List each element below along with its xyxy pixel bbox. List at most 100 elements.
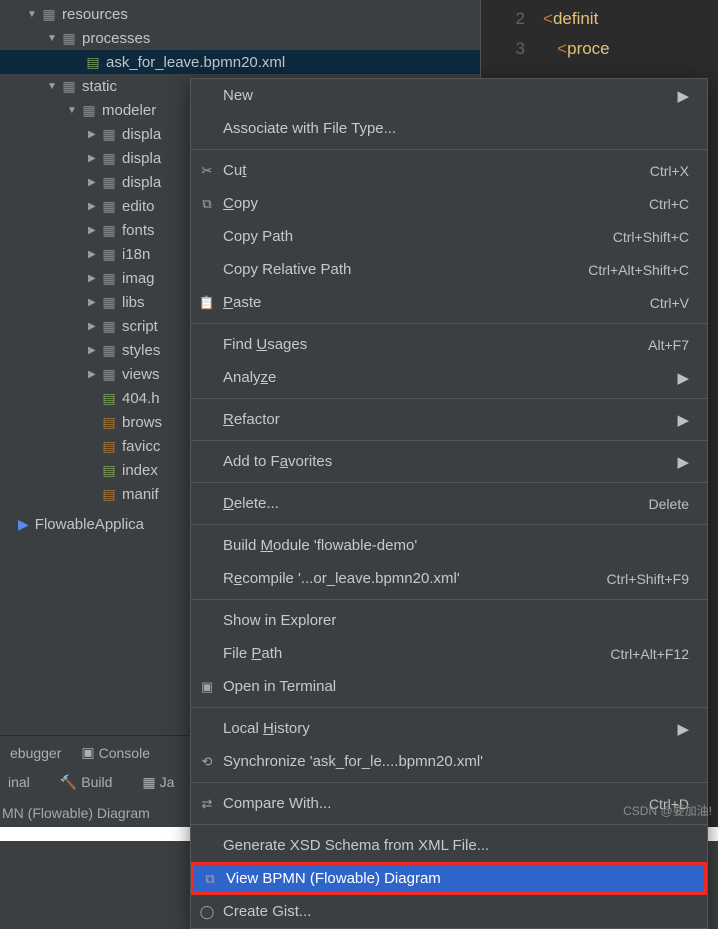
ctx-open-terminal[interactable]: ▣Open in Terminal: [191, 670, 707, 703]
ctx-paste[interactable]: 📋PasteCtrl+V: [191, 286, 707, 319]
terminal-icon: ▣: [197, 679, 217, 695]
tree-item-label: fonts: [122, 222, 155, 239]
chevron-right-icon: ▶: [677, 411, 689, 429]
xml-file-icon: ▤: [84, 54, 102, 70]
folder-icon: ▦: [80, 102, 98, 118]
tree-item-label: modeler: [102, 102, 156, 119]
separator: [191, 482, 707, 483]
shortcut: Ctrl+Alt+F12: [610, 646, 689, 662]
cut-icon: ✂: [197, 163, 217, 179]
tree-item-label: displa: [122, 150, 161, 167]
shortcut: Ctrl+X: [650, 163, 689, 179]
tree-file-selected[interactable]: ▤ ask_for_leave.bpmn20.xml: [0, 50, 480, 74]
file-icon: ▤: [100, 414, 118, 430]
shortcut: Ctrl+C: [649, 196, 689, 212]
folder-icon: ▦: [100, 174, 118, 190]
expand-caret-icon: ▶: [84, 321, 100, 332]
tab-debugger[interactable]: ebugger: [0, 745, 71, 761]
tree-item-label: index: [122, 462, 158, 479]
tree-item-label: displa: [122, 126, 161, 143]
tree-item-label: views: [122, 366, 160, 383]
ctx-local-history[interactable]: Local History▶: [191, 712, 707, 745]
ctx-analyze[interactable]: Analyze▶: [191, 361, 707, 394]
shortcut: Ctrl+Shift+F9: [607, 571, 689, 587]
ctx-view-bpmn-diagram[interactable]: ⧉View BPMN (Flowable) Diagram: [191, 862, 707, 895]
chevron-right-icon: ▶: [677, 720, 689, 738]
console-icon: ▣: [81, 744, 94, 761]
ctx-copy[interactable]: ⧉CopyCtrl+C: [191, 187, 707, 220]
tree-item-label: brows: [122, 414, 162, 431]
folder-icon: ▦: [100, 270, 118, 286]
expand-caret-icon: ▶: [84, 153, 100, 164]
tree-item-label: 404.h: [122, 390, 160, 407]
expand-caret-icon: ▶: [84, 369, 100, 380]
expand-caret-icon: ▼: [44, 33, 60, 44]
separator: [191, 440, 707, 441]
github-icon: ◯: [197, 904, 217, 920]
tree-item-label: edito: [122, 198, 155, 215]
shortcut: Alt+F7: [648, 337, 689, 353]
tree-item-label: resources: [62, 6, 128, 23]
ctx-file-path[interactable]: File PathCtrl+Alt+F12: [191, 637, 707, 670]
tree-folder-processes[interactable]: ▼ ▦ processes: [0, 26, 480, 50]
separator: [191, 149, 707, 150]
expand-caret-icon: ▶: [84, 297, 100, 308]
run-icon: ▶: [18, 516, 29, 533]
folder-icon: ▦: [60, 30, 78, 46]
hammer-icon: 🔨: [60, 774, 77, 791]
ctx-generate-xsd[interactable]: Generate XSD Schema from XML File...: [191, 829, 707, 862]
folder-icon: ▦: [100, 366, 118, 382]
ctx-cut[interactable]: ✂CutCtrl+X: [191, 154, 707, 187]
status-bar: inal 🔨Build ▦Ja: [0, 767, 182, 797]
ctx-new[interactable]: New▶: [191, 79, 707, 112]
ctx-find-usages[interactable]: Find UsagesAlt+F7: [191, 328, 707, 361]
ctx-build-module[interactable]: Build Module 'flowable-demo': [191, 529, 707, 562]
tab-console[interactable]: ▣Console: [71, 744, 160, 761]
ctx-add-favorites[interactable]: Add to Favorites▶: [191, 445, 707, 478]
line-number: 3: [481, 39, 543, 59]
ctx-synchronize[interactable]: ⟲Synchronize 'ask_for_le....bpmn20.xml': [191, 745, 707, 778]
status-message: MN (Flowable) Diagram: [0, 799, 150, 827]
expand-caret-icon: ▶: [84, 225, 100, 236]
tree-item-label: static: [82, 78, 117, 95]
watermark: CSDN @要加油!: [623, 802, 712, 819]
ctx-recompile[interactable]: Recompile '...or_leave.bpmn20.xml'Ctrl+S…: [191, 562, 707, 595]
tree-item-label: FlowableApplica: [35, 516, 144, 533]
ctx-associate[interactable]: Associate with File Type...: [191, 112, 707, 145]
shortcut: Delete: [649, 496, 689, 512]
chevron-right-icon: ▶: [677, 369, 689, 387]
ctx-create-gist[interactable]: ◯Create Gist...: [191, 895, 707, 928]
code-token: <proce: [543, 39, 610, 59]
expand-caret-icon: ▼: [64, 105, 80, 116]
separator: [191, 824, 707, 825]
separator: [191, 707, 707, 708]
ctx-delete[interactable]: Delete...Delete: [191, 487, 707, 520]
status-build[interactable]: 🔨Build: [52, 774, 121, 791]
shortcut: Ctrl+V: [650, 295, 689, 311]
tree-item-label: libs: [122, 294, 145, 311]
ctx-copy-path[interactable]: Copy PathCtrl+Shift+C: [191, 220, 707, 253]
ctx-show-explorer[interactable]: Show in Explorer: [191, 604, 707, 637]
tree-item-label: script: [122, 318, 158, 335]
folder-icon: ▦: [100, 150, 118, 166]
tree-folder-resources[interactable]: ▼ ▦ resources: [0, 2, 480, 26]
html-file-icon: ▤: [100, 462, 118, 478]
tree-item-label: manif: [122, 486, 159, 503]
ctx-copy-relative-path[interactable]: Copy Relative PathCtrl+Alt+Shift+C: [191, 253, 707, 286]
ctx-refactor[interactable]: Refactor▶: [191, 403, 707, 436]
status-terminal[interactable]: inal: [0, 774, 38, 790]
tree-item-label: i18n: [122, 246, 150, 263]
copy-icon: ⧉: [197, 196, 217, 212]
tree-item-label: styles: [122, 342, 160, 359]
paste-icon: 📋: [197, 295, 217, 311]
expand-caret-icon: ▼: [24, 9, 40, 20]
sync-icon: ⟲: [197, 754, 217, 770]
status-java[interactable]: ▦Ja: [134, 774, 182, 791]
expand-caret-icon: ▶: [84, 201, 100, 212]
separator: [191, 398, 707, 399]
folder-icon: ▦: [100, 318, 118, 334]
folder-icon: ▦: [100, 294, 118, 310]
tree-item-label: ask_for_leave.bpmn20.xml: [106, 54, 285, 71]
tree-item-label: favicc: [122, 438, 160, 455]
expand-caret-icon: ▶: [84, 273, 100, 284]
